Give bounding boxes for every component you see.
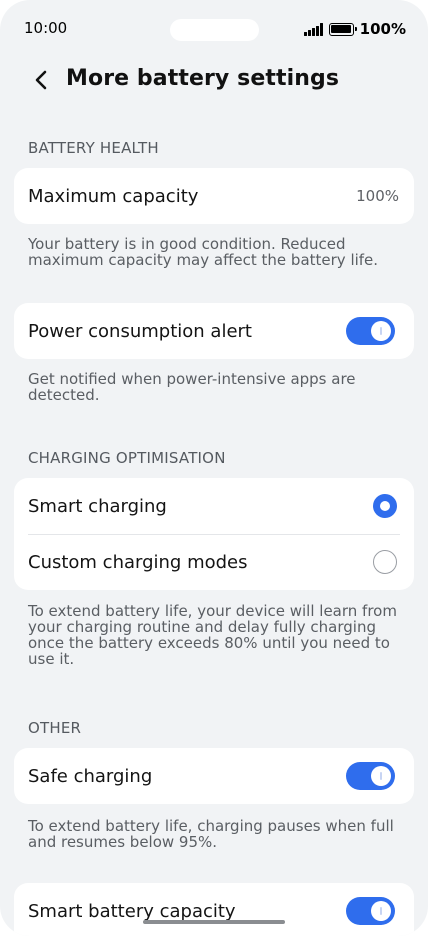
section-header-battery-health: BATTERY HEALTH bbox=[28, 139, 159, 157]
battery-icon bbox=[328, 22, 357, 36]
safe-charging-description: To extend battery life, charging pauses … bbox=[28, 817, 394, 851]
smart-capacity-card: Smart battery capacity bbox=[14, 883, 414, 936]
section-header-other: OTHER bbox=[28, 719, 82, 737]
safe-charging-row[interactable]: Safe charging bbox=[14, 748, 414, 804]
smart-charging-row[interactable]: Smart charging bbox=[14, 478, 414, 534]
max-capacity-row[interactable]: Maximum capacity 100% bbox=[14, 168, 414, 224]
custom-charging-row[interactable]: Custom charging modes bbox=[14, 534, 414, 590]
section-header-charging-optimisation: CHARGING OPTIMISATION bbox=[28, 449, 226, 467]
signal-icon bbox=[304, 22, 323, 36]
smart-charging-label: Smart charging bbox=[28, 495, 167, 517]
power-alert-description: Get notified when power-intensive apps a… bbox=[28, 370, 356, 404]
status-time: 10:00 bbox=[24, 19, 68, 37]
max-capacity-card: Maximum capacity 100% bbox=[14, 168, 414, 224]
phone-screen: 10:00 100% More battery settings BATTERY… bbox=[0, 0, 428, 936]
max-capacity-value: 100% bbox=[356, 187, 399, 205]
smart-capacity-row[interactable]: Smart battery capacity bbox=[14, 883, 414, 936]
charging-options-card: Smart charging Custom charging modes bbox=[14, 478, 414, 590]
home-indicator[interactable] bbox=[143, 920, 285, 924]
smart-charging-radio[interactable] bbox=[373, 494, 397, 518]
header: More battery settings bbox=[0, 58, 428, 104]
smart-capacity-label: Smart battery capacity bbox=[28, 900, 236, 922]
max-capacity-label: Maximum capacity bbox=[28, 185, 199, 207]
power-alert-card: Power consumption alert bbox=[14, 303, 414, 359]
safe-charging-card: Safe charging bbox=[14, 748, 414, 804]
battery-health-description: Your battery is in good condition. Reduc… bbox=[28, 235, 379, 269]
smart-capacity-toggle[interactable] bbox=[346, 897, 395, 925]
camera-pill bbox=[170, 19, 259, 41]
battery-percent: 100% bbox=[359, 20, 406, 38]
custom-charging-label: Custom charging modes bbox=[28, 551, 248, 573]
page-title: More battery settings bbox=[66, 66, 340, 91]
power-alert-toggle[interactable] bbox=[346, 317, 395, 345]
custom-charging-radio[interactable] bbox=[373, 550, 397, 574]
status-icons: 100% bbox=[304, 18, 406, 40]
power-alert-label: Power consumption alert bbox=[28, 320, 252, 342]
safe-charging-label: Safe charging bbox=[28, 765, 153, 787]
safe-charging-toggle[interactable] bbox=[346, 762, 395, 790]
chevron-left-icon[interactable] bbox=[30, 68, 54, 92]
charging-optimisation-description: To extend battery life, your device will… bbox=[28, 602, 397, 668]
status-bar: 10:00 100% bbox=[0, 0, 428, 58]
power-alert-row[interactable]: Power consumption alert bbox=[14, 303, 414, 359]
